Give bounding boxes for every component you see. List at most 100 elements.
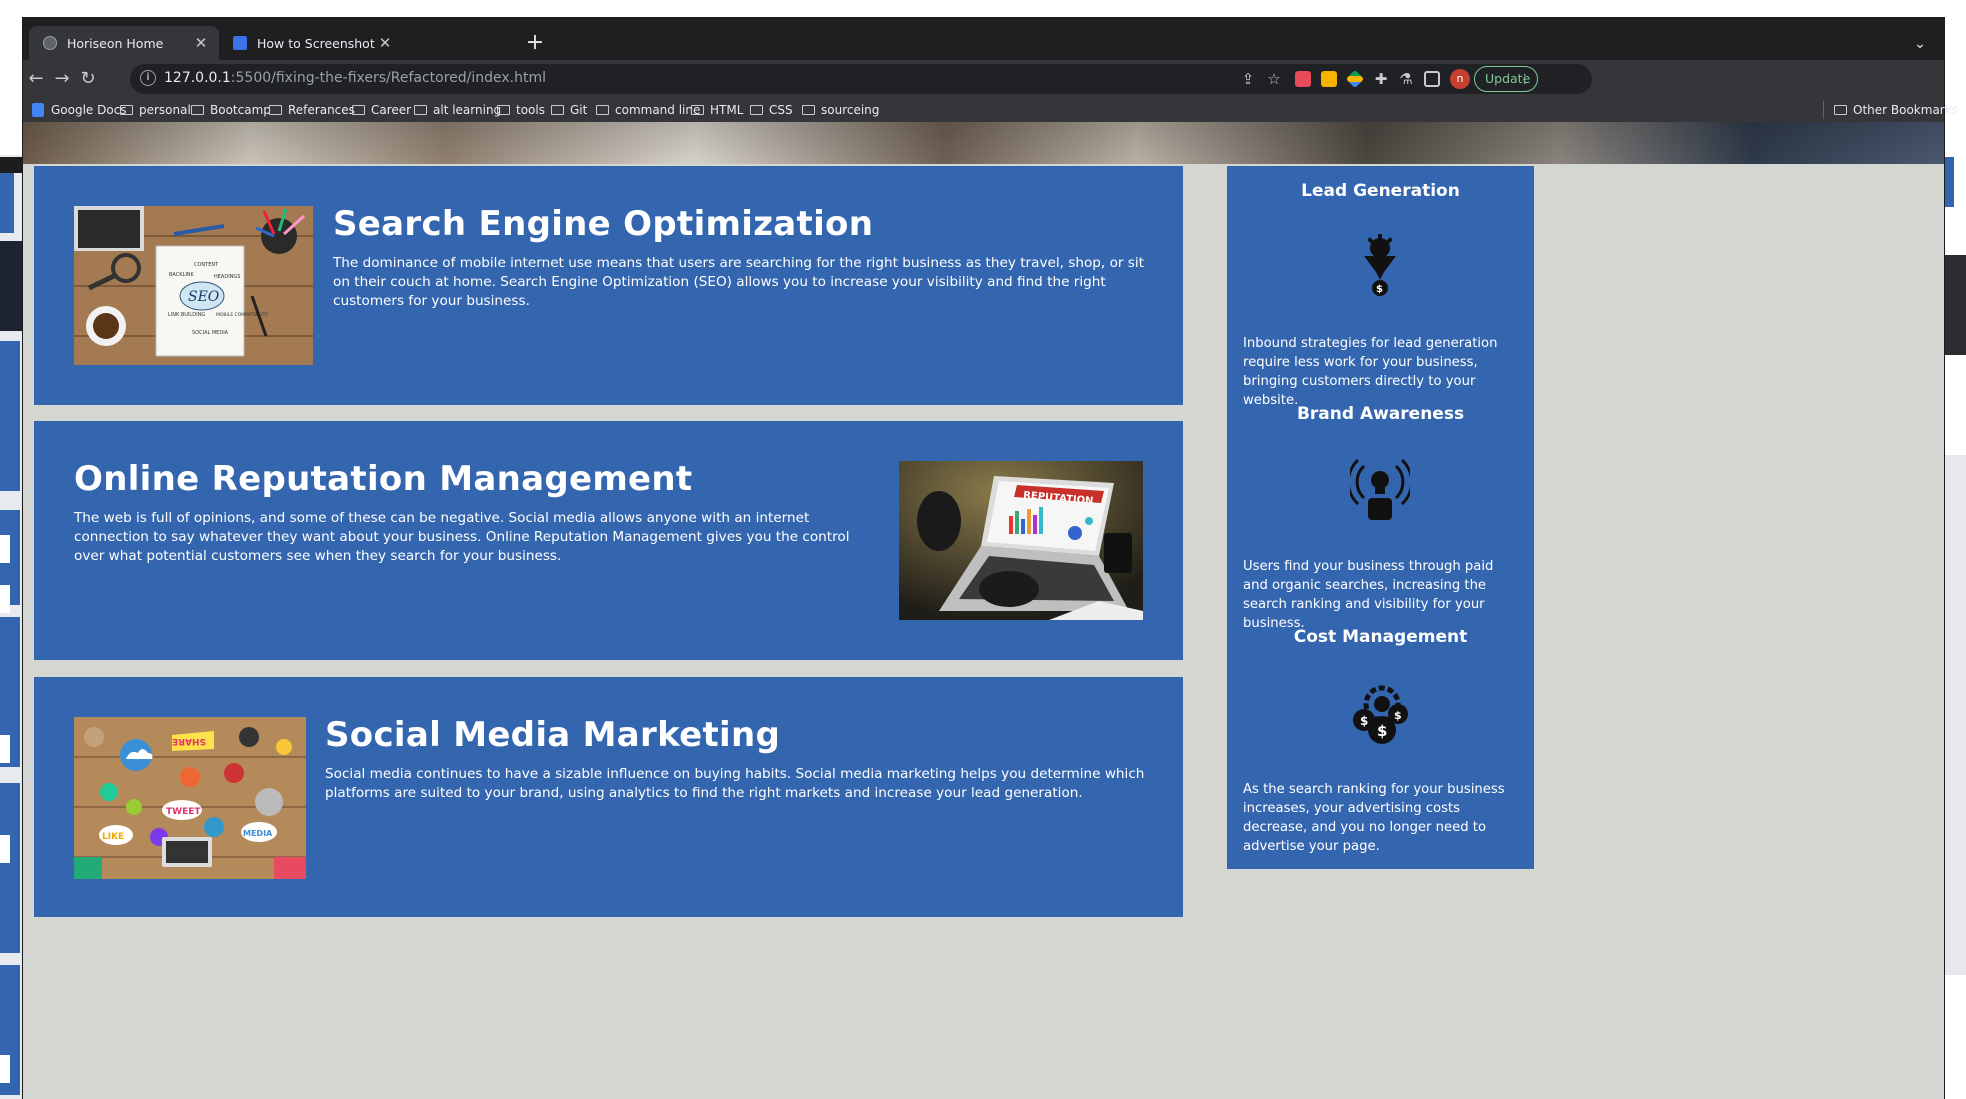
bookmark-label: Other Bookmarks [1853,103,1958,117]
reputation-section: Online Reputation Management The web is … [34,421,1183,660]
folder-icon [352,105,365,115]
bookmark-folder-bootcamp[interactable]: Bootcamp [191,101,271,119]
background-window-right-graphic [1944,155,1966,1099]
bookmark-label: tools [516,103,545,117]
bookmark-folder-alt-learning[interactable]: alt learning [414,101,501,119]
reputation-image: REPUTATION [899,461,1143,620]
globe-icon [43,36,57,50]
benefit-text-cost-management: As the search ranking for your business … [1243,782,1505,854]
folder-icon [120,105,133,115]
reload-icon[interactable]: ↻ [75,66,101,92]
benefits-aside: Lead Generation $ Inbound strategies for… [1227,166,1534,869]
bookmark-label: Career [371,103,412,117]
hero-image-shade [23,122,1944,164]
extension-keep-icon[interactable] [1321,71,1337,87]
dollar-sign-glyph: $ [1360,714,1368,728]
close-tab-icon[interactable]: ✕ [193,34,209,52]
bookmark-folder-git[interactable]: Git [551,101,587,119]
benefit-title-brand-awareness: Brand Awareness [1296,404,1465,424]
url-host: 127.0.0.1 [164,70,231,86]
tab-title: How to Screenshot on Mac: 5 W [257,35,377,51]
folder-icon [269,105,282,115]
folder-icon [750,105,763,115]
dollar-sign-glyph: $ [1394,709,1402,722]
bookmark-folder-referances[interactable]: Referances [269,101,355,119]
seo-image-label: CONTENT [194,262,219,268]
folder-icon [191,105,204,115]
seo-image-label: LINK BUILDING [168,312,205,318]
bookmark-folder-html[interactable]: HTML [691,101,743,119]
background-window-left [0,155,23,1099]
site-info-icon[interactable]: i [140,70,156,86]
dollar-sign-glyph: $ [1377,722,1387,740]
tab-strip: Horiseon Home ✕ How to Screenshot on Mac… [23,18,1944,60]
bookmark-folder-tools[interactable]: tools [497,101,545,119]
bookmark-label: command line [615,103,701,117]
tab-screenshot-mac[interactable]: How to Screenshot on Mac: 5 W ✕ [219,26,403,60]
close-tab-icon[interactable]: ✕ [377,34,393,52]
tab-horiseon-home[interactable]: Horiseon Home ✕ [29,26,219,60]
cost-management-icon: $ $ $ [1350,682,1410,746]
seo-image: SEO CONTENT BACKLINK HEADINGS LINK BUILD… [74,206,313,365]
bookmark-label: HTML [710,103,744,117]
folder-icon [596,105,609,115]
forward-arrow-icon[interactable]: → [49,66,75,92]
browser-toolbar: ← → ↻ i 127.0.0.1:5500/fixing-the-fixers… [23,60,1944,98]
bookmark-star-icon[interactable]: ☆ [1266,71,1282,87]
bookmark-label: personal [139,103,191,117]
social-image-label: LIKE [102,832,124,842]
background-window-right [1944,155,1966,1099]
extension-video-icon[interactable] [1295,71,1311,87]
social-image-label: SHARE [172,736,206,746]
folder-icon [1834,105,1847,115]
new-tab-button[interactable]: + [523,32,547,56]
folder-icon [802,105,815,115]
bookmark-folder-other[interactable]: Other Bookmarks [1823,101,1958,119]
seo-text: The dominance of mobile internet use mea… [333,255,1144,309]
bookmark-folder-career[interactable]: Career [352,101,411,119]
folder-icon [414,105,427,115]
folder-icon [691,105,704,115]
bookmark-folder-command-line[interactable]: command line [596,101,700,119]
social-image-label: TWEET [166,807,201,817]
lead-generation-icon: $ [1350,234,1410,298]
social-media-section: SHARE TWEET LIKE MEDIA Social Media Mark… [34,677,1183,917]
bookmark-folder-css[interactable]: CSS [750,101,793,119]
back-arrow-icon[interactable]: ← [23,66,49,92]
folder-icon [551,105,564,115]
bookmarks-bar: Google Docs personal Bootcamp Referances… [23,98,1958,123]
labs-flask-icon[interactable]: ⚗ [1398,71,1414,87]
background-window-graphic [0,155,23,1099]
more-menu-icon[interactable]: ⋮ [1519,67,1532,91]
reputation-text: The web is full of opinions, and some of… [74,510,850,564]
bookmark-label: Bootcamp [210,103,271,117]
benefit-title-cost-management: Cost Management [1293,627,1468,647]
seo-image-label: BACKLINK [169,272,195,278]
bookmark-label: Google Docs [51,103,127,117]
bookmark-label: CSS [769,103,793,117]
bookmark-folder-personal[interactable]: personal [120,101,191,119]
browser-window: Horiseon Home ✕ How to Screenshot on Mac… [23,18,1958,1099]
bookmark-folder-sourceing[interactable]: sourceing [802,101,879,119]
update-button[interactable]: Update ⋮ [1474,66,1538,92]
extensions-puzzle-icon[interactable]: ✚ [1373,71,1389,87]
social-media-title: Social Media Marketing [325,715,781,755]
social-media-image: SHARE TWEET LIKE MEDIA [74,717,306,879]
bookmark-google-docs[interactable]: Google Docs [32,101,127,119]
seo-image-label: HEADINGS [214,274,240,280]
folder-icon [497,105,510,115]
seo-image-label: SOCIAL MEDIA [192,330,229,336]
seo-section: SEO CONTENT BACKLINK HEADINGS LINK BUILD… [34,166,1183,405]
google-docs-icon [32,103,44,117]
share-icon[interactable]: ⇪ [1240,71,1256,87]
reputation-title: Online Reputation Management [74,459,693,499]
profile-avatar[interactable]: n [1450,69,1470,89]
benefit-text-lead-generation: Inbound strategies for lead generation r… [1243,336,1498,408]
brand-awareness-icon [1346,458,1414,522]
tab-search-chevron-icon[interactable]: ⌄ [1908,32,1932,56]
side-panel-icon[interactable] [1424,71,1440,87]
seo-title: Search Engine Optimization [333,204,874,244]
url-path: :5500/fixing-the-fixers/Refactored/index… [230,70,547,86]
social-media-text: Social media continues to have a sizable… [325,766,1145,801]
social-image-label: MEDIA [243,829,273,838]
